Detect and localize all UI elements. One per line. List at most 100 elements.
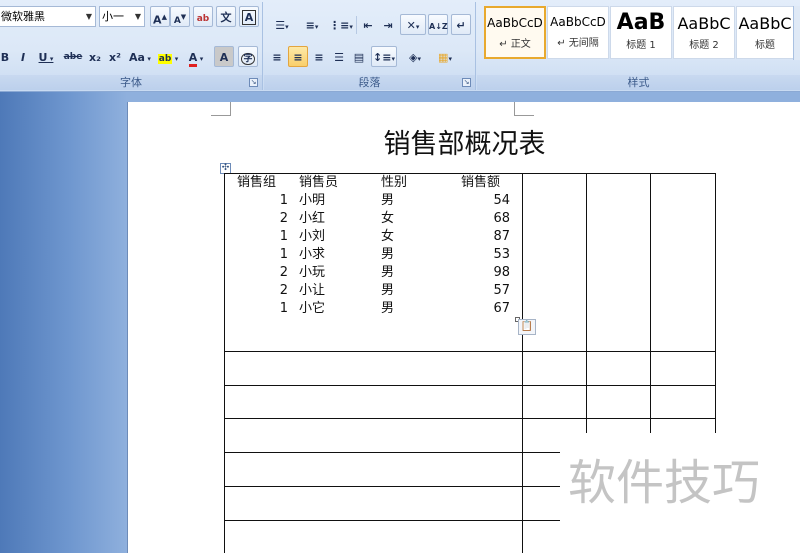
dialog-launcher-icon[interactable]: ↘: [249, 78, 258, 87]
char-shading-button[interactable]: A: [214, 46, 234, 67]
font-group: 微软雅黑 ▼ 小一 ▼ A▲ A▼ ab 文 A B I U ▾ abe x₂ …: [0, 2, 263, 90]
style-title[interactable]: AaBbC 标题: [736, 6, 794, 59]
group-cell[interactable]: 1: [268, 246, 288, 264]
column-header[interactable]: 销售额: [461, 174, 500, 192]
table-border: [224, 520, 562, 521]
highlight-button[interactable]: ab ▾: [155, 46, 181, 67]
style-name: ↵ 正文: [499, 39, 531, 50]
style-no-spacing[interactable]: AaBbCcD ↵ 无间隔: [547, 6, 609, 59]
group-cell[interactable]: 1: [268, 300, 288, 318]
style-sample: AaBbCcD: [550, 15, 606, 29]
shrink-font-icon: A: [173, 16, 181, 26]
amount-cell[interactable]: 54: [480, 192, 510, 210]
font-size-value: 小一: [102, 10, 124, 23]
font-size-combo[interactable]: 小一 ▼: [99, 6, 145, 27]
distribute-icon: ▤: [353, 51, 365, 64]
gender-cell[interactable]: 女: [381, 228, 394, 246]
person-cell[interactable]: 小刘: [299, 228, 325, 246]
gender-cell[interactable]: 男: [381, 300, 394, 318]
change-case-button[interactable]: Aa ▾: [127, 46, 153, 67]
enclose-chars-button[interactable]: 字: [238, 46, 258, 67]
divider: [356, 16, 357, 34]
person-cell[interactable]: 小让: [299, 282, 325, 300]
group-cell[interactable]: 1: [268, 228, 288, 246]
justify-button[interactable]: ☰: [330, 46, 348, 67]
style-normal[interactable]: AaBbCcD ↵ 正文: [484, 6, 546, 59]
paragraph-group: ☰▾ ≡▾ ⋮≡▾ ⇤ ⇥ ✕▾ A↓Z ↵ ≡ ≡ ≡ ☰ ▤ ↕≡▾ ◈▾ …: [264, 2, 476, 90]
style-sample: AaBbC: [738, 14, 792, 33]
bold-button[interactable]: B: [0, 46, 12, 67]
align-right-icon: ≡: [314, 51, 324, 64]
workspace-background: [0, 92, 127, 553]
group-cell[interactable]: 2: [268, 282, 288, 300]
numbered-list-icon: ≡: [305, 19, 315, 32]
phonetic-guide-icon: 文: [220, 11, 232, 24]
paste-options-icon[interactable]: 📋: [518, 319, 536, 335]
borders-button[interactable]: ▦▾: [431, 46, 459, 67]
distribute-button[interactable]: ▤: [350, 46, 368, 67]
subscript-icon: x₂: [89, 51, 101, 64]
group-cell[interactable]: 1: [268, 192, 288, 210]
superscript-button[interactable]: x²: [106, 46, 124, 67]
amount-cell[interactable]: 98: [480, 264, 510, 282]
subscript-button[interactable]: x₂: [86, 46, 104, 67]
decrease-indent-button[interactable]: ⇤: [359, 14, 377, 35]
style-heading-2[interactable]: AaBbC 标题 2: [673, 6, 735, 59]
person-cell[interactable]: 小明: [299, 192, 325, 210]
multilevel-list-button[interactable]: ⋮≡▾: [328, 14, 354, 35]
table-border: [650, 173, 651, 435]
font-color-button[interactable]: A ▾: [183, 46, 209, 67]
chinese-layout-button[interactable]: ✕▾: [400, 14, 426, 35]
phonetic-guide-button[interactable]: 文: [216, 6, 236, 27]
gender-cell[interactable]: 男: [381, 282, 394, 300]
font-name-combo[interactable]: 微软雅黑 ▼: [0, 6, 96, 27]
group-cell[interactable]: 2: [268, 210, 288, 228]
align-center-button[interactable]: ≡: [288, 46, 308, 67]
sort-button[interactable]: A↓Z: [428, 14, 448, 35]
group-cell[interactable]: 2: [268, 264, 288, 282]
gender-cell[interactable]: 男: [381, 264, 394, 282]
clear-format-button[interactable]: ab: [193, 6, 213, 27]
change-case-icon: Aa: [129, 51, 145, 64]
gender-cell[interactable]: 男: [381, 246, 394, 264]
font-color-icon: A: [188, 51, 198, 67]
shrink-font-button[interactable]: A▼: [170, 6, 190, 27]
paragraph-group-label: 段落: [264, 75, 475, 90]
dialog-launcher-icon[interactable]: ↘: [462, 78, 471, 87]
amount-cell[interactable]: 53: [480, 246, 510, 264]
document-title[interactable]: 销售部概况表: [128, 122, 800, 161]
italic-button[interactable]: I: [16, 46, 30, 67]
line-spacing-button[interactable]: ↕≡▾: [371, 46, 397, 67]
underline-button[interactable]: U ▾: [34, 46, 58, 67]
amount-cell[interactable]: 67: [480, 300, 510, 318]
amount-cell[interactable]: 68: [480, 210, 510, 228]
align-left-icon: ≡: [272, 51, 282, 64]
increase-indent-button[interactable]: ⇥: [379, 14, 397, 35]
style-heading-1[interactable]: AaB 标题 1: [610, 6, 672, 59]
char-border-button[interactable]: A: [239, 6, 259, 27]
amount-cell[interactable]: 87: [480, 228, 510, 246]
align-left-button[interactable]: ≡: [268, 46, 286, 67]
person-cell[interactable]: 小求: [299, 246, 325, 264]
person-cell[interactable]: 小玩: [299, 264, 325, 282]
bullets-button[interactable]: ☰▾: [268, 14, 296, 35]
font-group-label: 字体: [0, 75, 262, 90]
shading-button[interactable]: ◈▾: [401, 46, 429, 67]
column-header[interactable]: 性别: [381, 174, 407, 192]
strikethrough-button[interactable]: abe: [62, 46, 84, 67]
column-header[interactable]: 销售员: [299, 174, 338, 192]
person-cell[interactable]: 小红: [299, 210, 325, 228]
increase-indent-icon: ⇥: [383, 19, 393, 32]
gender-cell[interactable]: 男: [381, 192, 394, 210]
column-header[interactable]: 销售组: [237, 174, 276, 192]
strikethrough-icon: abe: [63, 52, 83, 62]
numbering-button[interactable]: ≡▾: [298, 14, 326, 35]
gender-cell[interactable]: 女: [381, 210, 394, 228]
amount-cell[interactable]: 57: [480, 282, 510, 300]
align-right-button[interactable]: ≡: [310, 46, 328, 67]
table-border: [224, 486, 562, 487]
person-cell[interactable]: 小它: [299, 300, 325, 318]
styles-gallery-scrollbar[interactable]: [793, 6, 800, 60]
show-marks-button[interactable]: ↵: [451, 14, 471, 35]
grow-font-button[interactable]: A▲: [150, 6, 170, 27]
